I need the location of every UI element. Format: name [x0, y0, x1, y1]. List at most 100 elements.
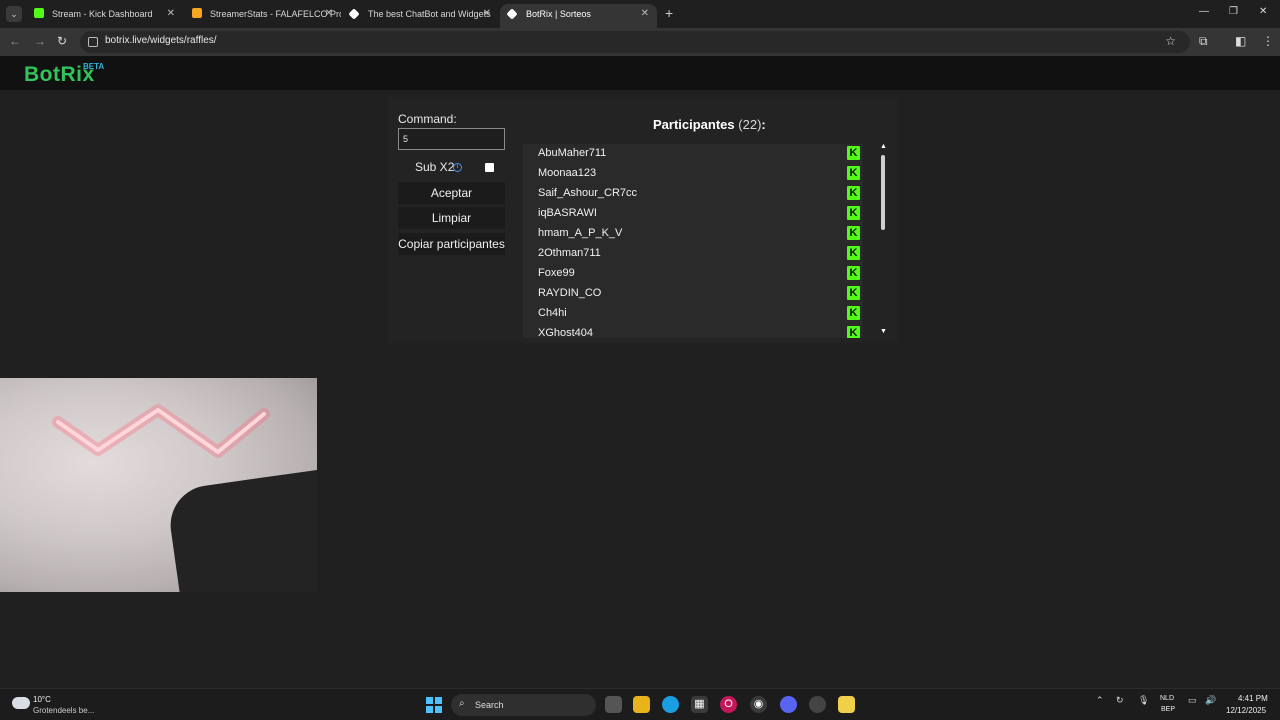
search-icon: ⌕ [459, 698, 465, 709]
tab-search-button[interactable]: ⌄ [6, 6, 22, 22]
tray-sync-icon[interactable]: ↻ [1116, 695, 1124, 706]
list-item[interactable]: Foxe99 K [523, 264, 863, 284]
info-icon[interactable]: i [453, 163, 462, 172]
language-indicator-top[interactable]: NLD [1160, 695, 1174, 702]
tab-close-icon[interactable]: ✕ [325, 4, 333, 24]
tab-title: Stream - Kick Dashboard [52, 9, 153, 19]
weather-description[interactable]: Grotendeels be... [33, 706, 94, 715]
kick-icon: K [847, 226, 860, 240]
tab-title: The best ChatBot and Widgets [368, 9, 491, 19]
microphone-icon[interactable]: 🎙 [1138, 695, 1149, 706]
kick-icon: K [847, 206, 860, 220]
browser-tab-strip: ⌄ Stream - Kick Dashboard ✕ StreamerStat… [0, 0, 1280, 28]
webcam-feed [0, 378, 317, 592]
tab-close-icon[interactable]: ✕ [641, 4, 649, 24]
command-label: Command: [398, 112, 457, 126]
weather-temperature[interactable]: 10°C [33, 695, 51, 704]
list-item[interactable]: Moonaa123 K [523, 164, 863, 184]
botrix-favicon-icon [348, 8, 360, 20]
list-item[interactable]: Ch4hi K [523, 304, 863, 324]
kick-icon: K [847, 286, 860, 300]
tab-botrix-home[interactable]: The best ChatBot and Widgets ✕ [342, 4, 499, 28]
participant-name: XGhost404 [538, 327, 594, 338]
list-item[interactable]: iqBASRAWI K [523, 204, 863, 224]
participant-name: 2Othman711 [538, 247, 601, 259]
tray-overflow-icon[interactable]: ⌃ [1096, 695, 1104, 706]
discord-icon[interactable] [780, 696, 797, 713]
beta-badge: BETA [83, 62, 105, 71]
taskbar-search[interactable]: ⌕ Search [451, 694, 596, 716]
app-header: BotRix [0, 56, 1280, 90]
bookmark-star-icon[interactable]: ☆ [1165, 34, 1176, 48]
browser-toolbar: ← → ↻ botrix.live/widgets/raffles/ ☆ ⧉ ◧… [0, 28, 1280, 56]
window-close-icon[interactable]: ✕ [1259, 6, 1267, 17]
new-tab-button[interactable]: + [665, 4, 673, 22]
kick-favicon-icon [34, 8, 44, 18]
app-icon-yellow[interactable] [838, 696, 855, 713]
tab-botrix-sorteos[interactable]: BotRix | Sorteos ✕ [500, 4, 657, 28]
back-icon[interactable]: ← [9, 34, 21, 48]
file-explorer-icon[interactable] [633, 696, 650, 713]
opera-icon[interactable]: O [720, 696, 737, 713]
address-bar[interactable]: botrix.live/widgets/raffles/ ☆ [80, 31, 1190, 53]
reload-icon[interactable]: ↻ [57, 34, 67, 48]
forward-icon[interactable]: → [34, 34, 46, 48]
copy-participants-button[interactable]: Copiar participantes [398, 233, 505, 255]
weather-cloud-icon[interactable] [12, 697, 30, 709]
minimize-icon[interactable]: — [1199, 6, 1209, 17]
windows-start-icon[interactable] [426, 697, 442, 713]
accept-button[interactable]: Aceptar [398, 182, 505, 204]
edge-icon[interactable] [662, 696, 679, 713]
participants-title-suffix: : [761, 117, 766, 132]
list-item[interactable]: hmam_A_P_K_V K [523, 224, 863, 244]
extensions-icon[interactable]: ⧉ [1199, 34, 1208, 49]
participant-name: Ch4hi [538, 307, 567, 319]
kick-icon: K [847, 326, 860, 338]
participants-list[interactable]: AbuMaher711 K Moonaa123 K Saif_Ashour_CR… [523, 144, 863, 338]
profile-icon[interactable]: ◧ [1235, 34, 1246, 48]
kick-icon: K [847, 166, 860, 180]
participant-name: Moonaa123 [538, 167, 597, 179]
scrollbar-thumb[interactable] [881, 155, 885, 230]
network-icon[interactable]: ▭ [1188, 695, 1197, 706]
scroll-up-icon[interactable]: ▲ [880, 143, 887, 150]
list-item[interactable]: XGhost404 K [523, 324, 863, 338]
store-icon[interactable]: ▦ [691, 696, 708, 713]
task-view-icon[interactable] [605, 696, 622, 713]
kick-icon: K [847, 146, 860, 160]
sub-x2-checkbox[interactable] [485, 163, 494, 172]
participant-name: RAYDIN_CO [538, 287, 602, 299]
tab-title: StreamerStats - FALAFELCO Pro [210, 9, 341, 19]
streamerstats-favicon-icon [192, 8, 202, 18]
kick-icon: K [847, 186, 860, 200]
kick-icon: K [847, 266, 860, 280]
clock-date[interactable]: 12/12/2025 [1226, 706, 1266, 715]
kick-icon: K [847, 246, 860, 260]
scroll-down-icon[interactable]: ▼ [880, 328, 887, 335]
app-icon[interactable] [809, 696, 826, 713]
participant-name: hmam_A_P_K_V [538, 227, 623, 239]
list-item[interactable]: AbuMaher711 K [523, 144, 863, 164]
clear-button[interactable]: Limpiar [398, 207, 505, 229]
list-item[interactable]: 2Othman711 K [523, 244, 863, 264]
chrome-icon[interactable]: ◉ [750, 696, 767, 713]
tab-streamerstats[interactable]: StreamerStats - FALAFELCO Pro ✕ [184, 4, 341, 28]
list-item[interactable]: Saif_Ashour_CR7cc K [523, 184, 863, 204]
botrix-favicon-icon [506, 8, 518, 20]
browser-menu-icon[interactable]: ⋮ [1262, 34, 1274, 48]
participant-name: Foxe99 [538, 267, 575, 279]
language-indicator-bottom[interactable]: BEP [1161, 706, 1175, 713]
participants-title: Participantes (22): [653, 117, 766, 132]
volume-icon[interactable]: 🔊 [1205, 695, 1216, 706]
participants-title-text: Participantes [653, 117, 735, 132]
tab-close-icon[interactable]: ✕ [483, 4, 491, 24]
tab-close-icon[interactable]: ✕ [167, 4, 175, 24]
participants-count: (22) [738, 117, 762, 132]
site-info-icon[interactable] [88, 37, 98, 47]
tab-kick-dashboard[interactable]: Stream - Kick Dashboard ✕ [26, 4, 183, 28]
clock-time[interactable]: 4:41 PM [1238, 694, 1268, 703]
list-item[interactable]: RAYDIN_CO K [523, 284, 863, 304]
url-text[interactable]: botrix.live/widgets/raffles/ [105, 35, 217, 46]
restore-icon[interactable]: ❐ [1229, 6, 1238, 17]
command-input[interactable]: 5 [398, 128, 505, 150]
